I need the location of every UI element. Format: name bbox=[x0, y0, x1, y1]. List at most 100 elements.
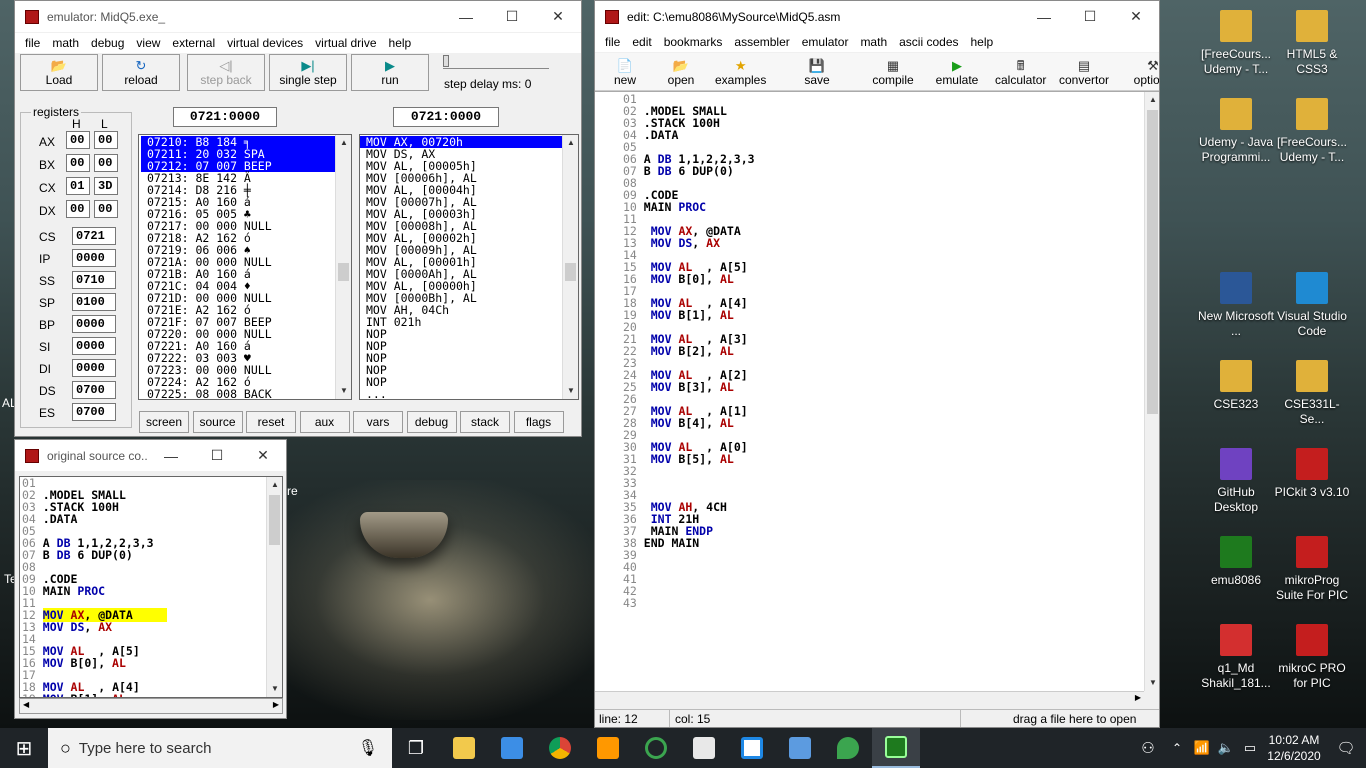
source-scrollbar[interactable]: ▲ ▼ bbox=[266, 477, 282, 697]
menu-item[interactable]: debug bbox=[85, 36, 130, 50]
close-icon[interactable]: ✕ bbox=[535, 1, 581, 32]
register-field[interactable]: 0000 bbox=[72, 359, 116, 377]
search-box[interactable]: ○ Type here to search 🎙 bbox=[48, 728, 392, 768]
clock[interactable]: 10:02 AM 12/6/2020 bbox=[1262, 732, 1326, 764]
desktop-icon[interactable]: emu8086 bbox=[1196, 536, 1276, 588]
register-high-field[interactable]: 00 bbox=[66, 154, 90, 172]
disasm-scrollbar[interactable]: ▲ ▼ bbox=[562, 135, 578, 399]
menu-item[interactable]: virtual drive bbox=[309, 36, 382, 50]
scroll-down-icon[interactable]: ▼ bbox=[267, 681, 282, 697]
register-high-field[interactable]: 00 bbox=[66, 131, 90, 149]
slider-thumb[interactable] bbox=[443, 55, 449, 67]
vars-button[interactable]: vars bbox=[353, 411, 403, 433]
register-field[interactable]: 0000 bbox=[72, 337, 116, 355]
step-delay-slider[interactable] bbox=[443, 55, 549, 69]
source-button[interactable]: source bbox=[192, 411, 243, 433]
notification-icon[interactable]: 🗨 bbox=[1326, 728, 1366, 768]
register-field[interactable]: 0100 bbox=[72, 293, 116, 311]
disasm-address-input[interactable]: 0721:0000 bbox=[393, 107, 499, 127]
app-icon[interactable] bbox=[728, 728, 776, 768]
menu-item[interactable]: ascii codes bbox=[893, 35, 964, 49]
close-icon[interactable]: ✕ bbox=[240, 440, 286, 471]
desktop-icon[interactable]: CSE323 bbox=[1196, 360, 1276, 412]
flags-button[interactable]: flags bbox=[513, 411, 564, 433]
menu-item[interactable]: help bbox=[383, 36, 418, 50]
menu-item[interactable]: virtual devices bbox=[221, 36, 309, 50]
sublime-icon[interactable] bbox=[584, 728, 632, 768]
wifi-icon[interactable]: 📶 bbox=[1190, 728, 1214, 768]
desktop-icon[interactable]: q1_Md Shakil_181... bbox=[1196, 624, 1276, 691]
reset-button[interactable]: reset bbox=[246, 411, 296, 433]
scroll-thumb[interactable] bbox=[338, 263, 349, 281]
chevron-up-icon[interactable]: ⌃ bbox=[1164, 728, 1190, 768]
file-explorer-icon[interactable] bbox=[440, 728, 488, 768]
menu-item[interactable]: math bbox=[46, 36, 85, 50]
debug-button[interactable]: debug bbox=[406, 411, 457, 433]
menu-item[interactable]: emulator bbox=[796, 35, 855, 49]
register-field[interactable]: 0700 bbox=[72, 381, 116, 399]
menu-item[interactable]: edit bbox=[626, 35, 657, 49]
maximize-icon[interactable]: ☐ bbox=[489, 1, 535, 32]
register-field[interactable]: 0710 bbox=[72, 271, 116, 289]
menu-item[interactable]: bookmarks bbox=[658, 35, 729, 49]
remote-desktop-icon[interactable] bbox=[776, 728, 824, 768]
menu-item[interactable]: external bbox=[166, 36, 221, 50]
convertor-button[interactable]: ▤ convertor bbox=[1055, 55, 1113, 89]
desktop-icon[interactable]: New Microsoft ... bbox=[1196, 272, 1276, 339]
new-button[interactable]: 📄 new bbox=[599, 55, 651, 89]
disasm-row[interactable]: NOP bbox=[360, 364, 578, 376]
desktop-icon[interactable]: HTML5 & CSS3 bbox=[1272, 10, 1352, 77]
desktop-icon[interactable]: Udemy - Java Programmi... bbox=[1196, 98, 1276, 165]
register-field[interactable]: 0700 bbox=[72, 403, 116, 421]
emulate-button[interactable]: ▶ emulate bbox=[931, 55, 983, 89]
scroll-down-icon[interactable]: ▼ bbox=[1145, 675, 1159, 691]
refresh-app-icon[interactable] bbox=[632, 728, 680, 768]
menu-item[interactable]: assembler bbox=[728, 35, 795, 49]
scroll-thumb[interactable] bbox=[565, 263, 576, 281]
scroll-left-icon[interactable]: ◀ bbox=[23, 700, 29, 709]
register-high-field[interactable]: 00 bbox=[66, 200, 90, 218]
task-view-icon[interactable]: ❐ bbox=[392, 728, 440, 768]
editor-vscrollbar[interactable]: ▲ ▼ bbox=[1144, 92, 1159, 691]
memory-scrollbar[interactable]: ▲ ▼ bbox=[335, 135, 351, 399]
menu-item[interactable]: math bbox=[854, 35, 893, 49]
scroll-up-icon[interactable]: ▲ bbox=[336, 135, 351, 151]
maximize-icon[interactable]: ☐ bbox=[194, 440, 240, 471]
source-code-view[interactable]: 01 02 .MODEL SMALL 03 .STACK 100H 04 .DATA 0… bbox=[19, 476, 283, 698]
register-field[interactable]: 0000 bbox=[72, 315, 116, 333]
disasm-row[interactable]: NOP bbox=[360, 328, 578, 340]
aux-button[interactable]: aux bbox=[299, 411, 350, 433]
editor-titlebar[interactable]: edit: C:\emu8086\MySource\MidQ5.asm — ☐ … bbox=[595, 1, 1159, 32]
desktop-icon[interactable]: mikroProg Suite For PIC bbox=[1272, 536, 1352, 603]
emu8086-taskbar-icon[interactable] bbox=[872, 728, 920, 768]
editor-code-area[interactable]: 01 02 .MODEL SMALL 03 .STACK 100H 04 .DATA 0… bbox=[595, 91, 1159, 691]
memory-list[interactable]: 07210: B8 184 ╕ 07211: 20 032 SPA 07212: 0… bbox=[138, 134, 352, 400]
disasm-row[interactable]: NOP bbox=[360, 352, 578, 364]
scroll-thumb[interactable] bbox=[269, 495, 280, 545]
memory-row[interactable]: 07225: 08 008 BACK bbox=[147, 388, 351, 399]
desktop-icon[interactable]: Visual Studio Code bbox=[1272, 272, 1352, 339]
disasm-row[interactable]: ... bbox=[360, 388, 578, 399]
disasm-row[interactable]: INT 021h bbox=[360, 316, 578, 328]
open-button[interactable]: 📂 open bbox=[655, 55, 707, 89]
screen-button[interactable]: screen bbox=[139, 411, 189, 433]
maximize-icon[interactable]: ☐ bbox=[1067, 1, 1113, 32]
desktop-icon[interactable]: [FreeCours... Udemy - T... bbox=[1272, 98, 1352, 165]
source-hscrollbar[interactable]: ◀ ▶ bbox=[19, 698, 283, 714]
register-low-field[interactable]: 00 bbox=[94, 154, 118, 172]
register-low-field[interactable]: 3D bbox=[94, 177, 118, 195]
editor-hscrollbar[interactable]: ▶ bbox=[595, 691, 1144, 707]
load-button[interactable]: 📂 Load bbox=[20, 54, 98, 91]
minimize-icon[interactable]: — bbox=[1021, 1, 1067, 32]
calculator-button[interactable]: 🖩 calculator bbox=[991, 55, 1050, 89]
emulator-titlebar[interactable]: emulator: MidQ5.exe_ — ☐ ✕ bbox=[15, 1, 581, 32]
people-icon[interactable]: ⚇ bbox=[1132, 728, 1164, 768]
single-step-button[interactable]: ▶| single step bbox=[269, 54, 347, 91]
disassembly-list[interactable]: MOV AX, 00720h MOV DS, AX MOV AL, [00005h]… bbox=[359, 134, 579, 400]
reload-button[interactable]: ↻ reload bbox=[102, 54, 180, 91]
register-low-field[interactable]: 00 bbox=[94, 131, 118, 149]
desktop-icon[interactable]: [FreeCours... Udemy - T... bbox=[1196, 10, 1276, 77]
stack-button[interactable]: stack bbox=[460, 411, 510, 433]
step-back-button[interactable]: ◁| step back bbox=[187, 54, 265, 91]
scroll-right-icon[interactable]: ▶ bbox=[1135, 693, 1141, 702]
